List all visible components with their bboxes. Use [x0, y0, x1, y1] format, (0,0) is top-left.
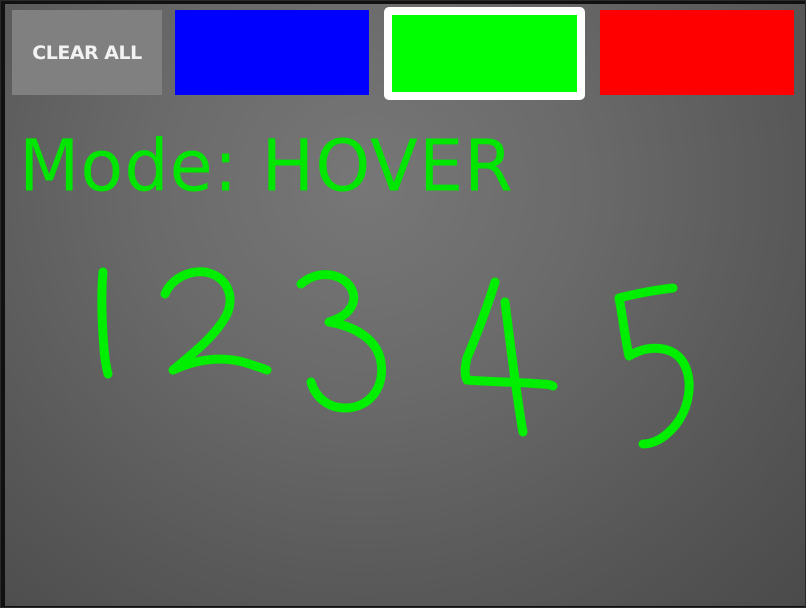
- digit-4-stroke-b: [500, 297, 528, 437]
- digit-5-stroke: [614, 283, 694, 449]
- digit-1-stroke: [97, 267, 113, 379]
- digit-3-stroke: [296, 270, 387, 413]
- handwriting-layer: [97, 267, 694, 449]
- app-window: CLEAR ALL Mode: HOVER: [0, 0, 806, 608]
- drawing-canvas[interactable]: CLEAR ALL Mode: HOVER: [5, 4, 805, 606]
- digit-2-stroke: [160, 267, 272, 375]
